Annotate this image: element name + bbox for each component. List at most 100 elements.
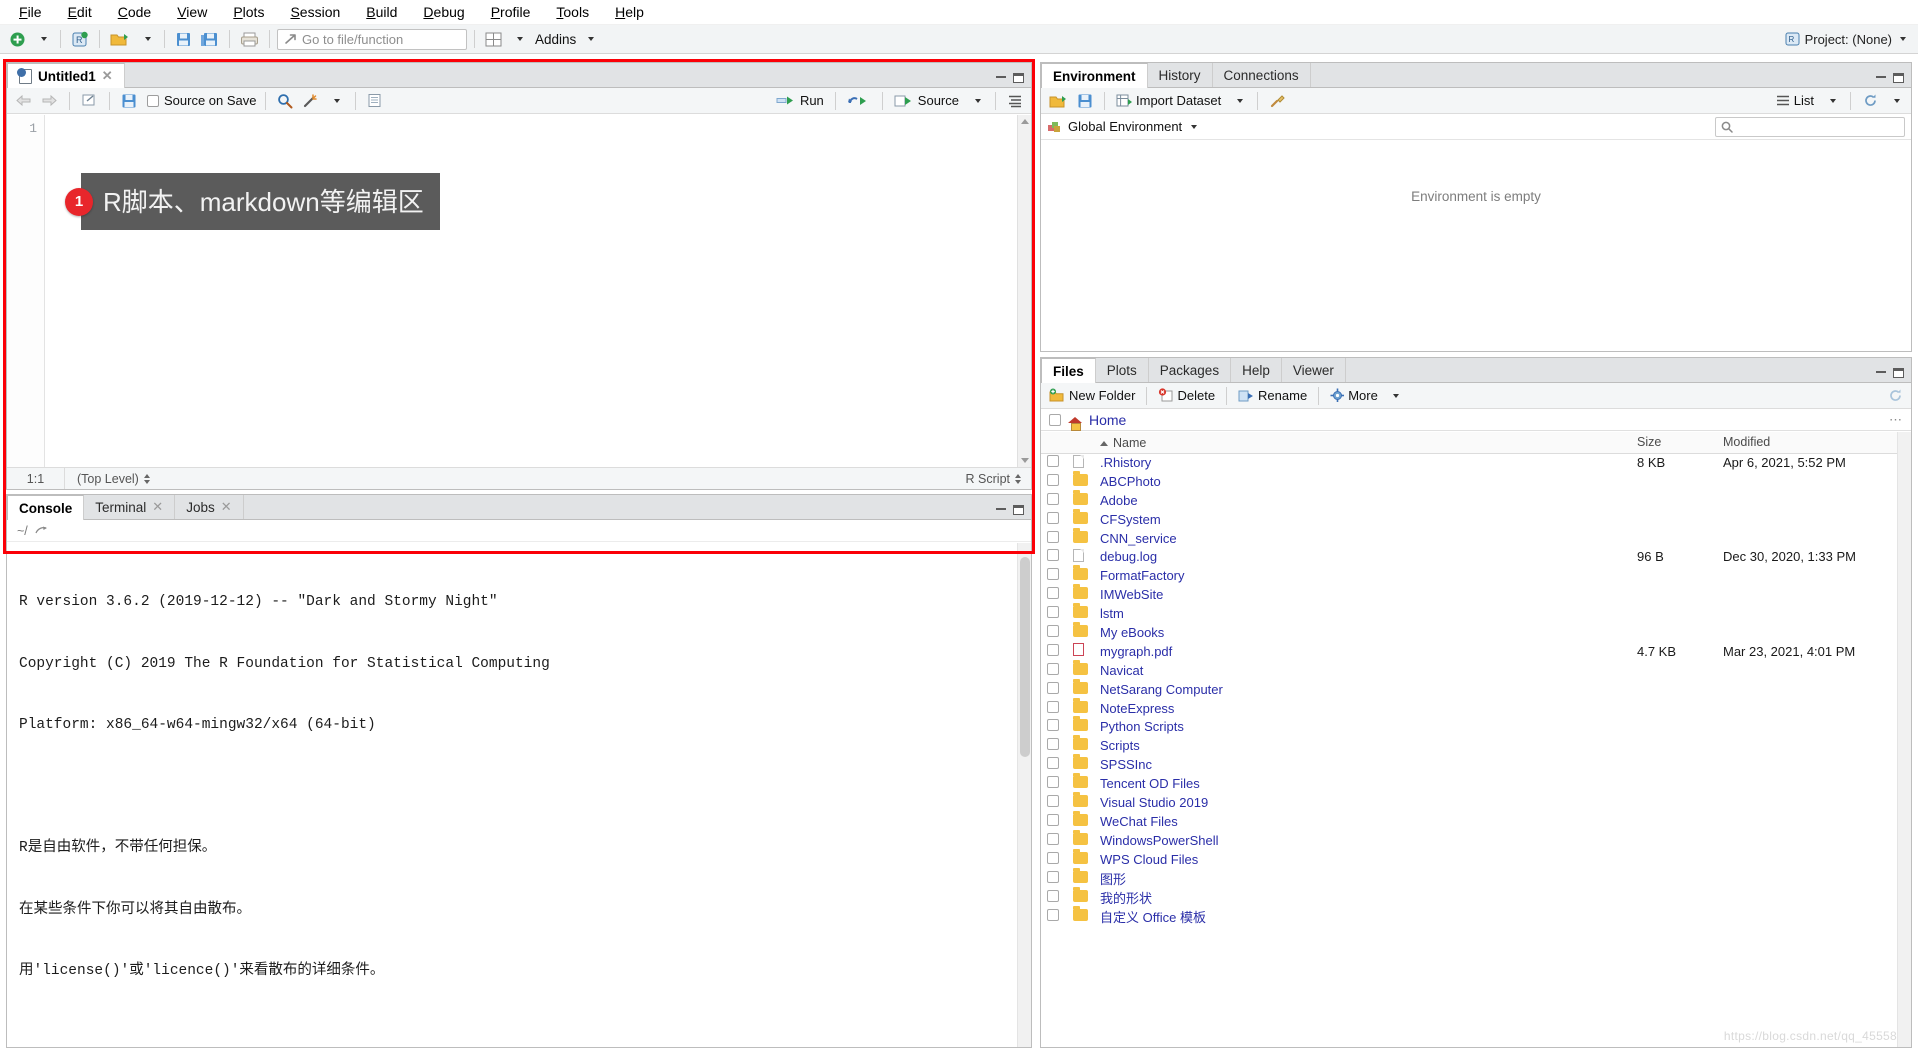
refresh-dropdown[interactable]	[1884, 90, 1906, 112]
maximize-icon[interactable]	[1013, 73, 1024, 83]
files-refresh-icon[interactable]	[1884, 385, 1906, 407]
show-in-new-window-icon[interactable]	[78, 90, 101, 112]
close-icon-terminal[interactable]: ✕	[152, 499, 163, 515]
row-name-cell[interactable]: Scripts	[1094, 736, 1631, 755]
row-checkbox-cell[interactable]	[1041, 472, 1067, 491]
row-name-cell[interactable]: Navicat	[1094, 661, 1631, 680]
menu-item-session[interactable]: Session	[277, 1, 353, 23]
row-checkbox[interactable]	[1047, 738, 1059, 751]
addins-label[interactable]: Addins	[535, 32, 576, 47]
code-area[interactable]	[45, 115, 1031, 467]
workspace-panes-dropdown[interactable]	[507, 28, 529, 50]
file-name-link[interactable]: WindowsPowerShell	[1100, 833, 1219, 848]
row-checkbox[interactable]	[1047, 700, 1059, 713]
files-list[interactable]: Name Size Modified .Rhistory 8 KB Apr 6, 2…	[1041, 432, 1897, 1047]
table-row[interactable]: IMWebSite	[1041, 584, 1897, 604]
row-checkbox[interactable]	[1047, 794, 1059, 807]
row-name-cell[interactable]: CFSystem	[1094, 510, 1631, 529]
row-checkbox[interactable]	[1047, 455, 1059, 468]
code-tools-dropdown[interactable]	[325, 90, 347, 112]
tab-connections[interactable]: Connections	[1213, 63, 1311, 87]
row-checkbox-cell[interactable]	[1041, 491, 1067, 510]
list-dropdown[interactable]	[1820, 90, 1842, 112]
row-checkbox[interactable]	[1047, 851, 1059, 864]
menu-item-build[interactable]: Build	[353, 1, 410, 23]
table-row[interactable]: My eBooks	[1041, 621, 1897, 642]
file-name-link[interactable]: WPS Cloud Files	[1100, 852, 1198, 867]
row-name-cell[interactable]: CNN_service	[1094, 529, 1631, 548]
row-checkbox-cell[interactable]	[1041, 529, 1067, 548]
rerun-button[interactable]	[844, 90, 874, 112]
row-name-cell[interactable]: NoteExpress	[1094, 699, 1631, 718]
row-checkbox-cell[interactable]	[1041, 850, 1067, 869]
workspace-panes-button[interactable]	[482, 28, 505, 50]
row-checkbox-cell[interactable]	[1041, 623, 1067, 642]
minimize-icon-env[interactable]	[1876, 76, 1886, 78]
addins-dropdown[interactable]	[578, 28, 600, 50]
menu-item-file[interactable]: File	[6, 1, 55, 23]
row-checkbox-cell[interactable]	[1041, 547, 1067, 566]
file-name-link[interactable]: ABCPhoto	[1100, 474, 1161, 489]
open-file-button[interactable]	[107, 28, 133, 50]
editor-body[interactable]: 1	[7, 115, 1031, 467]
files-vertical-scrollbar[interactable]	[1897, 432, 1911, 1047]
row-name-cell[interactable]: debug.log	[1094, 547, 1631, 566]
tab-viewer[interactable]: Viewer	[1282, 358, 1346, 382]
back-arrow-icon[interactable]	[12, 90, 35, 112]
row-checkbox-cell[interactable]	[1041, 736, 1067, 755]
tab-console[interactable]: Console	[7, 495, 85, 520]
file-name-link[interactable]: Python Scripts	[1100, 719, 1184, 734]
file-name-link[interactable]: Adobe	[1100, 493, 1138, 508]
row-name-cell[interactable]: .Rhistory	[1094, 453, 1631, 472]
row-checkbox[interactable]	[1047, 549, 1059, 562]
file-name-link[interactable]: CFSystem	[1100, 512, 1161, 527]
file-name-link[interactable]: FormatFactory	[1100, 568, 1185, 583]
row-checkbox-cell[interactable]	[1041, 510, 1067, 529]
file-name-link[interactable]: 自定义 Office 模板	[1100, 910, 1206, 925]
new-file-dropdown[interactable]	[31, 28, 53, 50]
row-checkbox[interactable]	[1047, 473, 1059, 486]
row-name-cell[interactable]: 图形	[1094, 869, 1631, 888]
row-name-cell[interactable]: WindowsPowerShell	[1094, 831, 1631, 850]
minimize-icon-console[interactable]	[996, 508, 1006, 510]
code-tools-icon[interactable]	[299, 90, 322, 112]
save-workspace-icon[interactable]	[1074, 90, 1096, 112]
table-row[interactable]: lstm	[1041, 603, 1897, 623]
row-name-cell[interactable]: IMWebSite	[1094, 585, 1631, 604]
table-row[interactable]: WeChat Files	[1041, 810, 1897, 831]
tab-jobs[interactable]: Jobs ✕	[175, 495, 244, 519]
row-checkbox-cell[interactable]	[1041, 774, 1067, 793]
list-view-button[interactable]: List	[1773, 90, 1817, 112]
minimize-icon[interactable]	[996, 76, 1006, 78]
delete-button[interactable]: Delete	[1155, 385, 1218, 407]
table-row[interactable]: FormatFactory	[1041, 565, 1897, 585]
console-output[interactable]: R version 3.6.2 (2019-12-12) -- "Dark an…	[7, 543, 1017, 1047]
table-row[interactable]: CFSystem	[1041, 508, 1897, 529]
more-button[interactable]: More	[1327, 385, 1381, 407]
table-row[interactable]: Python Scripts	[1041, 716, 1897, 736]
save-all-button[interactable]	[197, 28, 222, 50]
row-checkbox[interactable]	[1047, 832, 1059, 845]
clear-workspace-icon[interactable]	[1266, 90, 1289, 112]
row-name-cell[interactable]: WPS Cloud Files	[1094, 850, 1631, 869]
row-checkbox[interactable]	[1047, 662, 1059, 675]
file-name-link[interactable]: 我的形状	[1100, 891, 1152, 906]
save-button[interactable]	[172, 28, 195, 50]
row-checkbox-cell[interactable]	[1041, 680, 1067, 699]
maximize-icon-files[interactable]	[1893, 368, 1904, 378]
row-checkbox[interactable]	[1047, 681, 1059, 694]
scope-selector[interactable]: (Top Level)	[65, 472, 150, 486]
tab-plots[interactable]: Plots	[1096, 358, 1149, 382]
row-checkbox-cell[interactable]	[1041, 831, 1067, 850]
print-button[interactable]	[237, 28, 262, 50]
row-checkbox[interactable]	[1047, 813, 1059, 826]
source-on-save-checkbox[interactable]: Source on Save	[147, 93, 257, 108]
table-row[interactable]: CNN_service	[1041, 527, 1897, 548]
row-name-cell[interactable]: NetSarang Computer	[1094, 680, 1631, 699]
console-vertical-scrollbar[interactable]	[1017, 543, 1031, 1047]
select-all-checkbox[interactable]	[1049, 413, 1061, 426]
more-dropdown[interactable]	[1384, 385, 1406, 407]
row-checkbox-cell[interactable]	[1041, 661, 1067, 680]
minimize-icon-files[interactable]	[1876, 371, 1886, 373]
file-name-link[interactable]: Navicat	[1100, 663, 1143, 678]
